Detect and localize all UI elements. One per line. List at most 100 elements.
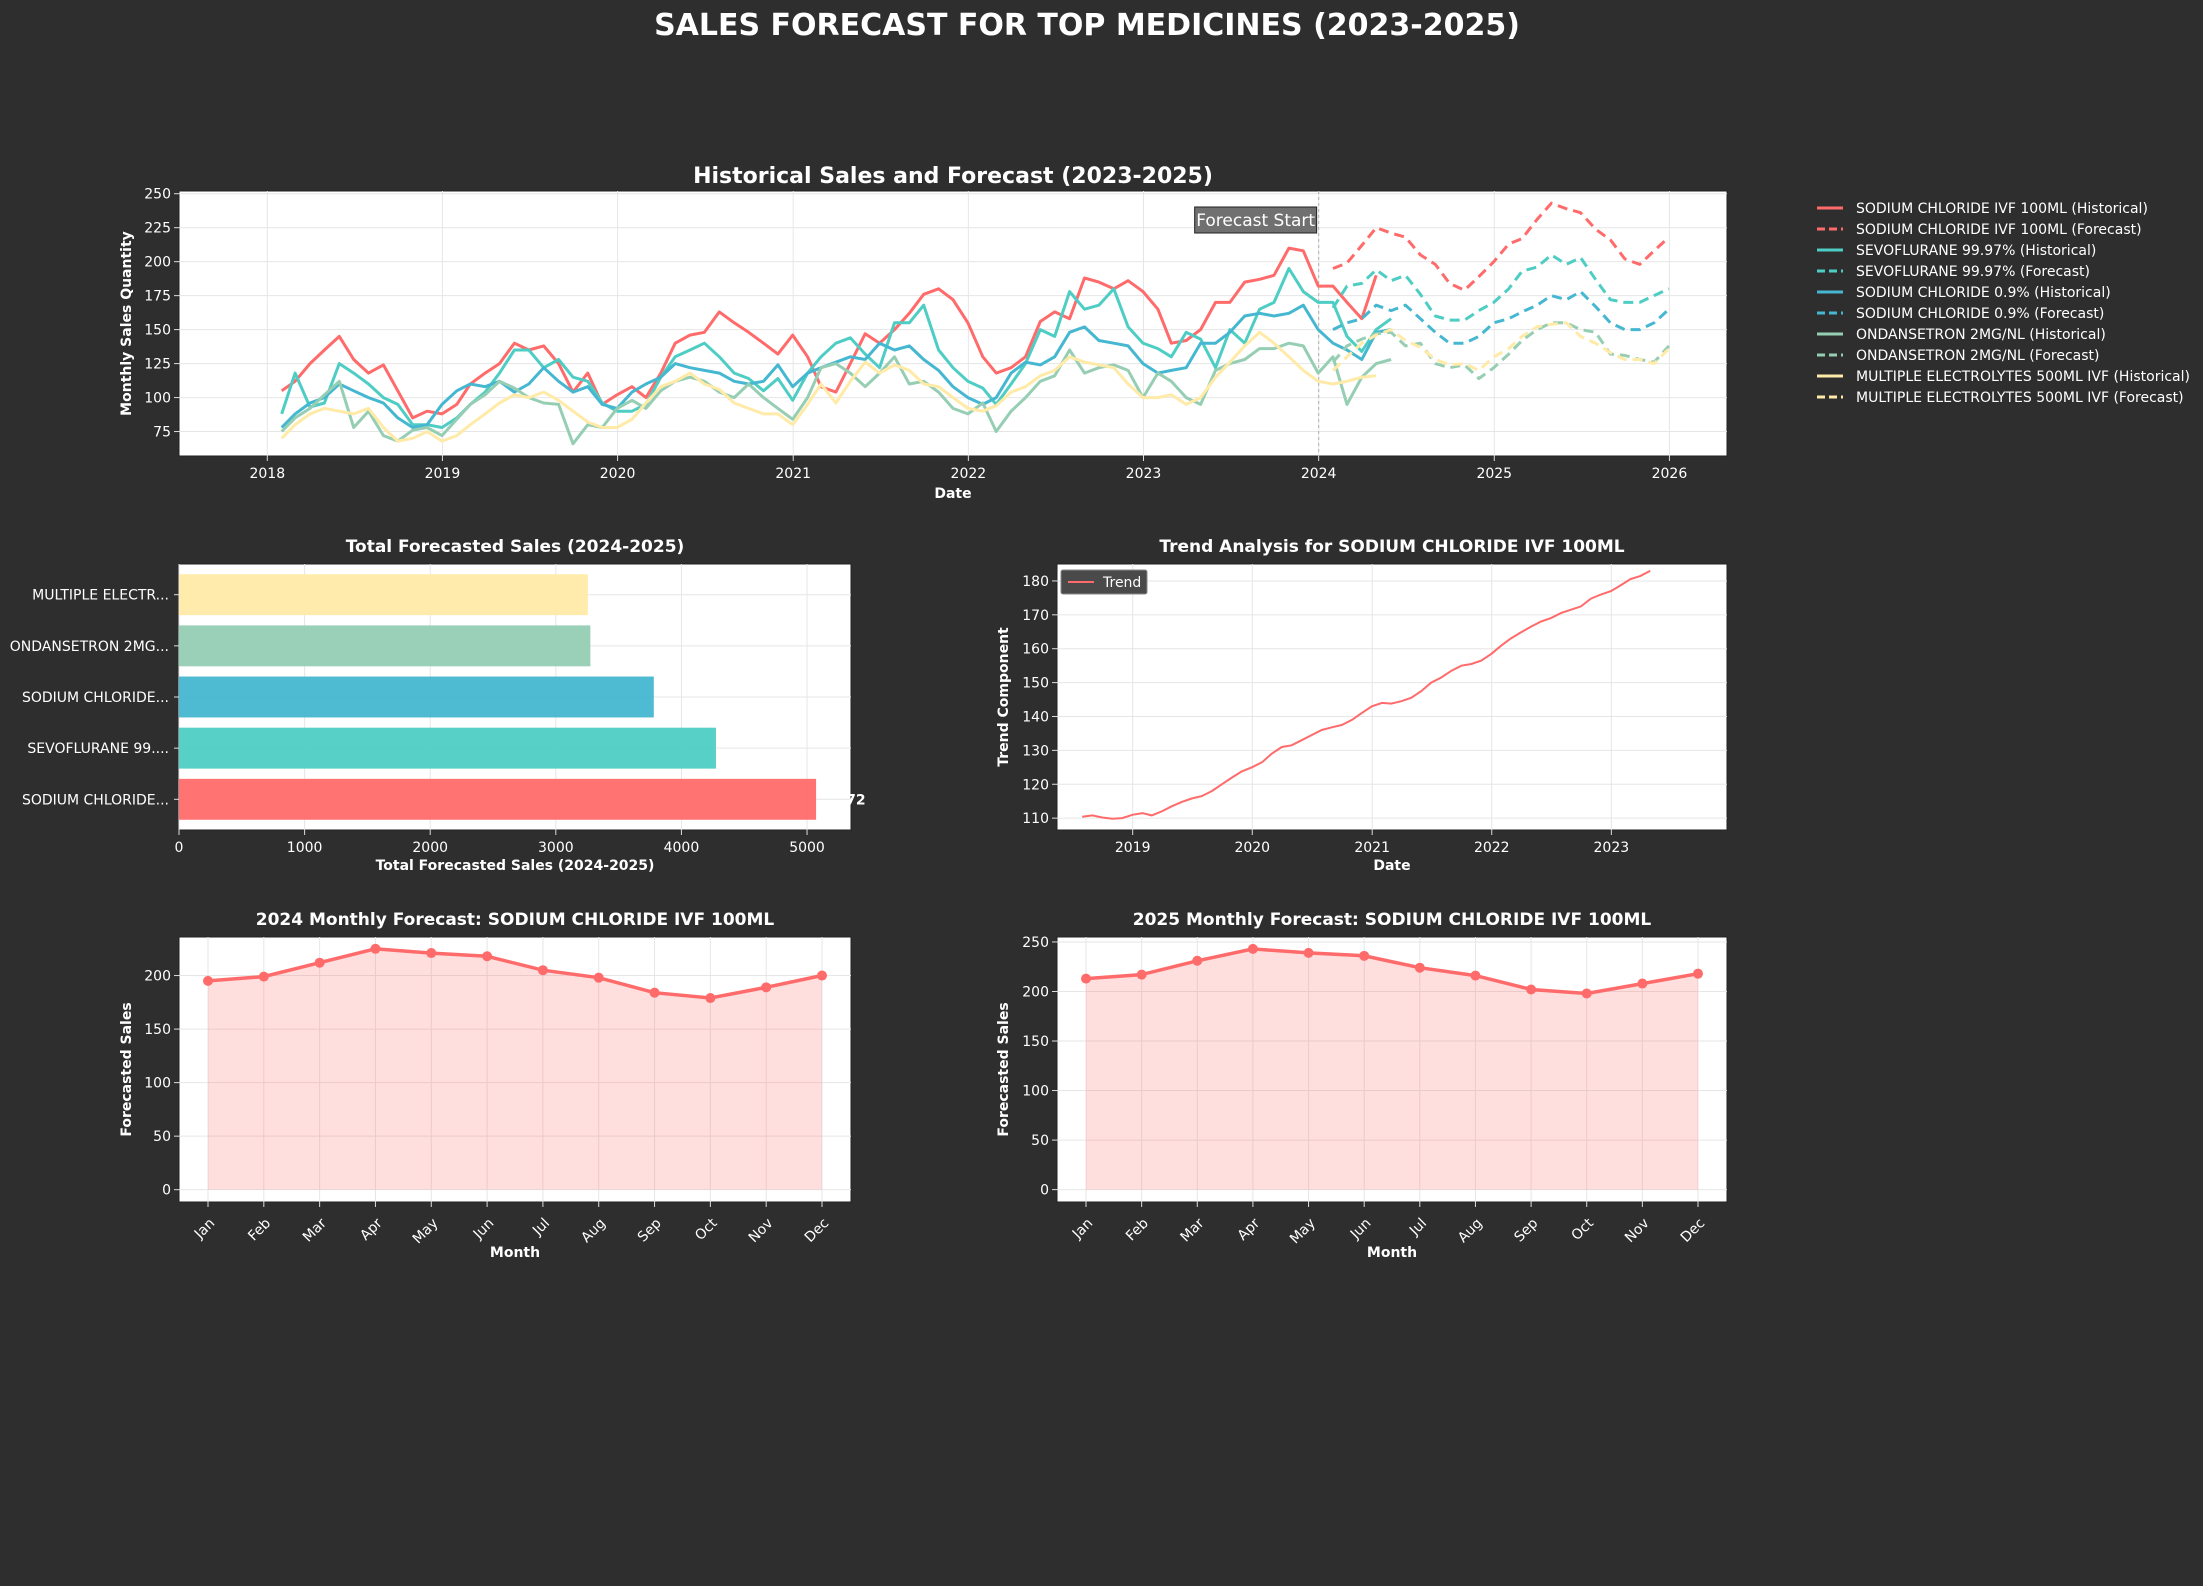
trend-y-tick-label: 180: [1022, 574, 1049, 590]
monthly2025-x-axis-label: Month: [1367, 1245, 1417, 1261]
monthly2025-y-tick-label: 100: [1022, 1084, 1049, 1100]
monthly2024-x-tick-label: Mar: [300, 1215, 330, 1245]
totals-category-label: MULTIPLE ELECTR...: [32, 588, 169, 604]
monthly2025-point: [1192, 955, 1203, 966]
monthly2025-chart: 0 50 100 150 200 250 Jan Feb Mar Apr May Jun Jul Aug S…: [996, 910, 1728, 1261]
legend-label: Trend: [1102, 575, 1141, 591]
bar: [179, 727, 716, 769]
monthly2024-x-tick-label: Oct: [692, 1215, 721, 1244]
trend-x-axis-label: Date: [1373, 858, 1410, 874]
monthly2024-point: [537, 965, 548, 976]
monthly2025-x-tick-label: Apr: [1235, 1215, 1264, 1244]
totals-category-label: SEVOFLURANE 99....: [27, 741, 169, 757]
monthly2024-chart: 0 50 100 150 200 Jan Feb Mar Apr May Jun Jul Aug Sep O…: [119, 910, 852, 1261]
totals-category-label: SODIUM CHLORIDE...: [22, 792, 169, 808]
monthly2024-x-tick-label: Feb: [245, 1215, 274, 1244]
monthly2024-point: [649, 987, 660, 998]
totals-x-tick-label: 0: [175, 840, 184, 856]
totals-category-label: SODIUM CHLORIDE...: [22, 690, 169, 706]
monthly2025-x-tick-label: Sep: [1511, 1215, 1541, 1245]
monthly2024-point: [314, 957, 325, 968]
trend-chart: 110 120 130 140 150 160 170 180 2019 2020 2021 2022…: [996, 537, 1728, 874]
monthly2025-x-tick-label: Oct: [1569, 1215, 1598, 1244]
monthly2024-y-tick-label: 100: [144, 1076, 171, 1092]
bar: [179, 778, 817, 820]
monthly2024-x-tick-label: Aug: [578, 1215, 609, 1246]
history-y-tick-label: 200: [144, 255, 171, 271]
history-y-tick-label: 125: [144, 357, 171, 373]
trend-y-tick-label: 110: [1022, 811, 1049, 827]
monthly2024-point: [761, 982, 772, 993]
history-y-tick-label: 100: [144, 391, 171, 407]
trend-x-tick-label: 2020: [1234, 840, 1270, 856]
monthly2025-point: [1526, 984, 1537, 995]
monthly2025-x-tick-label: Dec: [1678, 1215, 1708, 1245]
history-x-tick-label: 2023: [1126, 466, 1162, 482]
trend-y-axis-label: Trend Component: [996, 627, 1012, 767]
monthly2024-point: [258, 971, 269, 982]
trend-plot-area: [1056, 563, 1728, 831]
forecast-start-annotation: Forecast Start: [1194, 206, 1318, 234]
trend-chart-title: Trend Analysis for SODIUM CHLORIDE IVF 1…: [1159, 537, 1624, 557]
monthly2024-y-axis-label: Forecasted Sales: [119, 1002, 135, 1136]
monthly2025-y-tick-label: 200: [1022, 984, 1049, 1000]
figure-canvas: SALES FORECAST FOR TOP MEDICINES (2023-2…: [10, 8, 2190, 1261]
monthly2024-y-tick-label: 0: [162, 1183, 171, 1199]
history-y-tick-label: 250: [144, 187, 171, 203]
monthly2025-x-tick-label: Aug: [1455, 1215, 1486, 1246]
monthly2025-x-tick-label: Nov: [1622, 1215, 1653, 1246]
monthly2025-x-tick-label: Feb: [1123, 1215, 1152, 1244]
monthly2024-x-tick-label: Nov: [746, 1215, 777, 1246]
monthly2025-point: [1693, 968, 1703, 979]
totals-x-tick-label: 1000: [287, 840, 323, 856]
legend-label: MULTIPLE ELECTROLYTES 500ML IVF (Forecas…: [1856, 390, 2184, 406]
history-x-tick-label: 2022: [951, 466, 987, 482]
trend-x-tick-label: 2022: [1474, 840, 1510, 856]
history-x-tick-label: 2020: [600, 466, 636, 482]
monthly2025-point: [1414, 962, 1425, 973]
totals-x-tick-label: 2000: [412, 840, 448, 856]
history-x-tick-label: 2019: [425, 466, 461, 482]
monthly2025-y-axis-label: Forecasted Sales: [996, 1002, 1012, 1136]
monthly2024-point: [817, 970, 827, 981]
monthly2025-point: [1136, 969, 1147, 980]
totals-x-tick-label: 3000: [538, 840, 574, 856]
monthly2025-point: [1303, 947, 1314, 958]
monthly2024-y-tick-label: 200: [144, 969, 171, 985]
monthly2024-x-tick-label: Jul: [529, 1215, 553, 1239]
monthly2024-point: [370, 943, 381, 954]
monthly2025-chart-title: 2025 Monthly Forecast: SODIUM CHLORIDE I…: [1133, 910, 1652, 930]
monthly2024-x-tick-label: Jun: [470, 1215, 497, 1242]
monthly2024-point: [705, 993, 716, 1004]
legend-label: SODIUM CHLORIDE IVF 100ML (Historical): [1856, 201, 2148, 217]
monthly2024-x-tick-label: May: [410, 1215, 442, 1247]
trend-x-tick-label: 2019: [1115, 840, 1151, 856]
monthly2025-x-tick-label: Jul: [1406, 1215, 1430, 1239]
history-legend: SODIUM CHLORIDE IVF 100ML (Historical) SO…: [1817, 201, 2190, 406]
monthly2024-chart-title: 2024 Monthly Forecast: SODIUM CHLORIDE I…: [256, 910, 775, 930]
monthly2025-y-tick-label: 150: [1022, 1034, 1049, 1050]
monthly2024-x-tick-label: Sep: [635, 1215, 665, 1245]
monthly2025-x-tick-label: Jan: [1069, 1215, 1096, 1242]
legend-label: SEVOFLURANE 99.97% (Forecast): [1856, 264, 2090, 280]
history-y-tick-label: 150: [144, 323, 171, 339]
history-x-tick-label: 2018: [249, 466, 285, 482]
history-x-axis-label: Date: [934, 486, 971, 502]
monthly2025-point: [1081, 973, 1091, 984]
trend-y-tick-label: 160: [1022, 642, 1049, 658]
monthly2025-x-tick-label: Jun: [1347, 1215, 1374, 1242]
monthly2025-point: [1247, 943, 1258, 954]
page-title: SALES FORECAST FOR TOP MEDICINES (2023-2…: [654, 8, 1520, 43]
totals-x-tick-label: 5000: [789, 840, 825, 856]
monthly2025-y-tick-label: 250: [1022, 935, 1049, 951]
totals-x-axis-label: Total Forecasted Sales (2024-2025): [376, 858, 655, 874]
monthly2024-x-tick-label: Apr: [357, 1215, 386, 1244]
monthly2025-point: [1359, 950, 1370, 961]
monthly2024-point: [482, 951, 493, 962]
totals-x-tick-label: 4000: [664, 840, 700, 856]
bar-value-label: 72: [846, 792, 865, 808]
history-chart: 75 100 125 150 175 200 225 250 2018 2019 2020 2021 2…: [119, 164, 2190, 502]
monthly2024-point: [203, 975, 213, 986]
legend-label: ONDANSETRON 2MG/NL (Historical): [1856, 327, 2106, 343]
trend-y-tick-label: 170: [1022, 608, 1049, 624]
